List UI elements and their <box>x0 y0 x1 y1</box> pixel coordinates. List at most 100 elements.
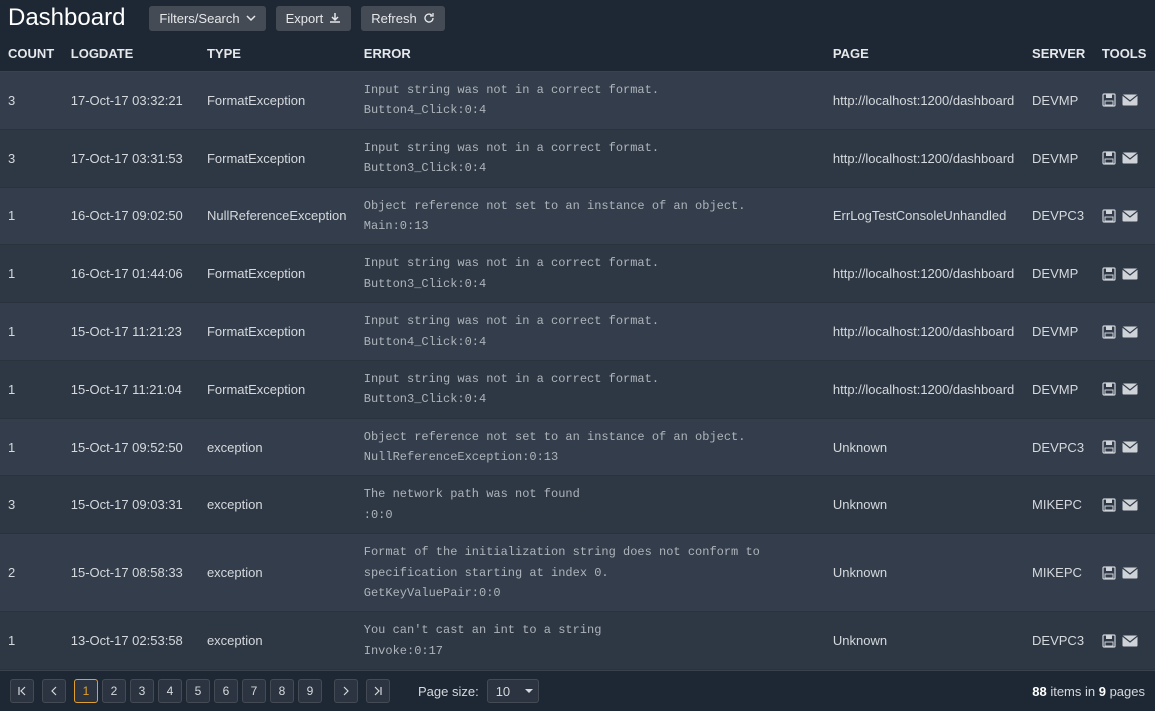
cell-page: http://localhost:1200/dashboard <box>825 303 1024 361</box>
table-row[interactable]: 115-Oct-17 11:21:23FormatExceptionInput … <box>0 303 1155 361</box>
table-row[interactable]: 215-Oct-17 08:58:33exceptionFormat of th… <box>0 534 1155 612</box>
save-icon[interactable] <box>1102 634 1116 648</box>
error-message: You can't cast an int to a string <box>364 620 817 640</box>
export-button[interactable]: Export <box>276 6 352 31</box>
cell-count: 1 <box>0 303 63 361</box>
cell-error: Input string was not in a correct format… <box>356 303 825 361</box>
save-icon[interactable] <box>1102 382 1116 396</box>
cell-error: Input string was not in a correct format… <box>356 360 825 418</box>
cell-server: DEVMP <box>1024 245 1094 303</box>
mail-icon[interactable] <box>1122 635 1138 647</box>
mail-icon[interactable] <box>1122 152 1138 164</box>
save-icon[interactable] <box>1102 209 1116 223</box>
cell-tools <box>1094 245 1155 303</box>
error-message: Object reference not set to an instance … <box>364 427 817 447</box>
pager-next-button[interactable] <box>334 679 358 703</box>
table-row[interactable]: 115-Oct-17 11:21:04FormatExceptionInput … <box>0 360 1155 418</box>
mail-icon[interactable] <box>1122 326 1138 338</box>
cell-logdate: 13-Oct-17 02:53:58 <box>63 612 199 670</box>
pager-page-8[interactable]: 8 <box>270 679 294 703</box>
pager-first-button[interactable] <box>10 679 34 703</box>
save-icon[interactable] <box>1102 325 1116 339</box>
cell-server: DEVMP <box>1024 72 1094 130</box>
table-row[interactable]: 115-Oct-17 09:52:50exceptionObject refer… <box>0 418 1155 476</box>
cell-page: ErrLogTestConsoleUnhandled <box>825 187 1024 245</box>
pager-prev-button[interactable] <box>42 679 66 703</box>
error-source: Button4_Click:0:4 <box>364 332 817 352</box>
cell-page: http://localhost:1200/dashboard <box>825 245 1024 303</box>
next-page-icon <box>342 686 350 696</box>
mail-icon[interactable] <box>1122 441 1138 453</box>
cell-count: 1 <box>0 187 63 245</box>
mail-icon[interactable] <box>1122 499 1138 511</box>
cell-error: Input string was not in a correct format… <box>356 129 825 187</box>
save-icon[interactable] <box>1102 267 1116 281</box>
page-title: Dashboard <box>8 4 125 32</box>
cell-tools <box>1094 476 1155 534</box>
save-icon[interactable] <box>1102 93 1116 107</box>
error-message: The network path was not found <box>364 484 817 504</box>
error-source: Button4_Click:0:4 <box>364 100 817 120</box>
cell-tools <box>1094 187 1155 245</box>
error-message: Object reference not set to an instance … <box>364 196 817 216</box>
pager-page-3[interactable]: 3 <box>130 679 154 703</box>
filters-search-button[interactable]: Filters/Search <box>149 6 265 31</box>
cell-type: FormatException <box>199 360 356 418</box>
cell-server: DEVMP <box>1024 129 1094 187</box>
table-row[interactable]: 113-Oct-17 02:53:58exceptionYou can't ca… <box>0 612 1155 670</box>
cell-logdate: 15-Oct-17 11:21:04 <box>63 360 199 418</box>
mail-icon[interactable] <box>1122 210 1138 222</box>
save-icon[interactable] <box>1102 151 1116 165</box>
col-header-logdate[interactable]: LOGDATE <box>63 36 199 72</box>
error-source: Invoke:0:17 <box>364 641 817 661</box>
table-row[interactable]: 116-Oct-17 09:02:50NullReferenceExceptio… <box>0 187 1155 245</box>
error-source: Main:0:13 <box>364 216 817 236</box>
cell-logdate: 17-Oct-17 03:32:21 <box>63 72 199 130</box>
col-header-type[interactable]: TYPE <box>199 36 356 72</box>
cell-type: NullReferenceException <box>199 187 356 245</box>
mail-icon[interactable] <box>1122 268 1138 280</box>
chevron-down-icon <box>246 13 256 23</box>
cell-page: Unknown <box>825 418 1024 476</box>
pager-page-2[interactable]: 2 <box>102 679 126 703</box>
footer: 123456789 Page size: 10 88 items in 9 pa… <box>0 670 1155 711</box>
pager-page-9[interactable]: 9 <box>298 679 322 703</box>
cell-type: exception <box>199 476 356 534</box>
table-row[interactable]: 317-Oct-17 03:32:21FormatExceptionInput … <box>0 72 1155 130</box>
cell-server: MIKEPC <box>1024 534 1094 612</box>
page-size-select[interactable]: 10 <box>487 679 539 703</box>
error-message: Input string was not in a correct format… <box>364 311 817 331</box>
pager-page-5[interactable]: 5 <box>186 679 210 703</box>
cell-logdate: 15-Oct-17 09:52:50 <box>63 418 199 476</box>
table-row[interactable]: 315-Oct-17 09:03:31exceptionThe network … <box>0 476 1155 534</box>
mail-icon[interactable] <box>1122 94 1138 106</box>
page-size-value: 10 <box>496 684 510 699</box>
export-label: Export <box>286 11 324 26</box>
cell-tools <box>1094 129 1155 187</box>
cell-server: MIKEPC <box>1024 476 1094 534</box>
table-row[interactable]: 317-Oct-17 03:31:53FormatExceptionInput … <box>0 129 1155 187</box>
download-icon <box>329 12 341 24</box>
mail-icon[interactable] <box>1122 567 1138 579</box>
save-icon[interactable] <box>1102 566 1116 580</box>
save-icon[interactable] <box>1102 498 1116 512</box>
pager-page-6[interactable]: 6 <box>214 679 238 703</box>
col-header-page[interactable]: PAGE <box>825 36 1024 72</box>
col-header-error[interactable]: ERROR <box>356 36 825 72</box>
refresh-button[interactable]: Refresh <box>361 6 445 31</box>
cell-tools <box>1094 418 1155 476</box>
col-header-count[interactable]: COUNT <box>0 36 63 72</box>
save-icon[interactable] <box>1102 440 1116 454</box>
pager-page-4[interactable]: 4 <box>158 679 182 703</box>
col-header-server[interactable]: SERVER <box>1024 36 1094 72</box>
cell-count: 1 <box>0 360 63 418</box>
page-size-label: Page size: <box>418 684 479 699</box>
pager-page-7[interactable]: 7 <box>242 679 266 703</box>
table-row[interactable]: 116-Oct-17 01:44:06FormatExceptionInput … <box>0 245 1155 303</box>
pager-last-button[interactable] <box>366 679 390 703</box>
pager-page-1[interactable]: 1 <box>74 679 98 703</box>
refresh-icon <box>423 12 435 24</box>
mail-icon[interactable] <box>1122 383 1138 395</box>
error-source: :0:0 <box>364 505 817 525</box>
cell-error: Input string was not in a correct format… <box>356 72 825 130</box>
